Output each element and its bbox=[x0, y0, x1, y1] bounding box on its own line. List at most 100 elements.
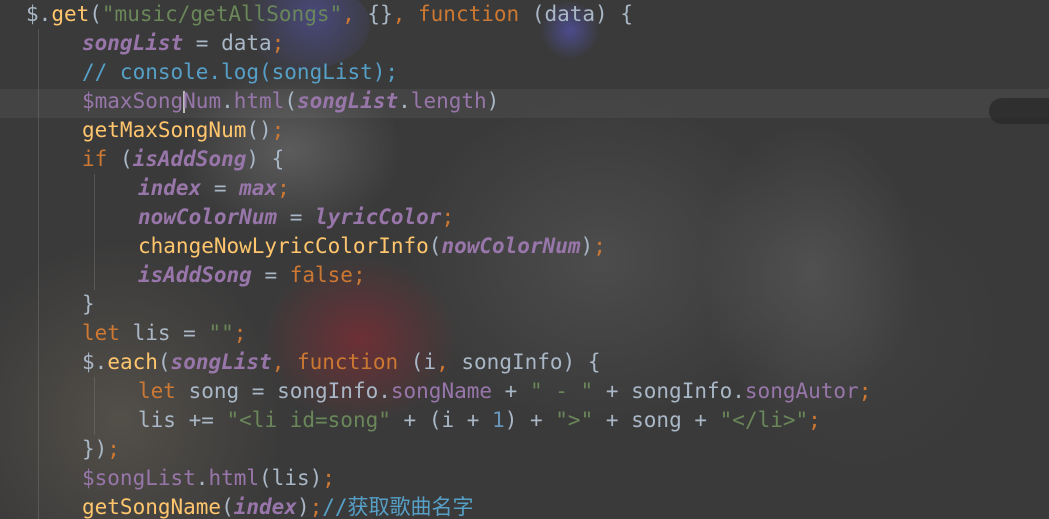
code-editor[interactable]: $.get("music/getAllSongs", {}, function … bbox=[0, 0, 1049, 519]
code-line[interactable]: $maxSongNum.html(songList.length) bbox=[0, 87, 871, 116]
indent-guide bbox=[38, 348, 39, 377]
code-token: html bbox=[208, 466, 260, 490]
code-token: nowColorNum bbox=[138, 205, 278, 229]
code-token: $ bbox=[82, 350, 95, 374]
code-token: //获取歌曲名字 bbox=[322, 495, 474, 519]
code-token: ; bbox=[352, 263, 366, 287]
code-token: . bbox=[398, 89, 411, 113]
code-token: ) bbox=[580, 234, 594, 258]
code-token: $maxSong bbox=[82, 89, 184, 113]
code-line[interactable]: changeNowLyricColorInfo(nowColorNum); bbox=[0, 232, 871, 261]
indent-guide bbox=[38, 145, 39, 174]
indent-guide bbox=[94, 174, 95, 203]
code-token: isAddSong bbox=[138, 263, 252, 287]
code-line[interactable]: $.get("music/getAllSongs", {}, function … bbox=[0, 0, 871, 29]
code-token: + songInfo. bbox=[593, 379, 745, 403]
code-line[interactable]: getSongName(index);//获取歌曲名字 bbox=[0, 493, 871, 519]
code-token: let bbox=[82, 321, 133, 345]
code-token: index bbox=[233, 495, 297, 519]
code-token: , bbox=[342, 2, 368, 26]
code-token: html bbox=[233, 89, 285, 113]
code-token: 1 bbox=[492, 408, 505, 432]
code-token: lis += bbox=[138, 408, 227, 432]
code-token: ) + bbox=[504, 408, 556, 432]
indent-guide bbox=[38, 319, 39, 348]
code-token: ) { bbox=[246, 147, 285, 171]
code-token: songList bbox=[82, 31, 184, 55]
code-token: + bbox=[492, 379, 530, 403]
indent-guide bbox=[94, 203, 95, 232]
indent-guide bbox=[94, 406, 95, 435]
code-token: "" bbox=[208, 321, 234, 345]
code-token: max bbox=[239, 176, 278, 200]
code-token: }) bbox=[82, 437, 108, 461]
code-token: + song + bbox=[593, 408, 720, 432]
code-token: each bbox=[107, 350, 158, 374]
code-line[interactable]: nowColorNum = lyricColor; bbox=[0, 203, 871, 232]
code-area[interactable]: $.get("music/getAllSongs", {}, function … bbox=[0, 0, 871, 519]
code-token: isAddSong bbox=[132, 147, 247, 171]
indent-guide bbox=[38, 87, 39, 116]
code-token: songList bbox=[296, 89, 399, 113]
code-token: ; bbox=[808, 408, 821, 432]
indent-guide bbox=[38, 261, 39, 290]
indent-guide bbox=[38, 58, 39, 87]
code-line[interactable]: getMaxSongNum(); bbox=[0, 116, 871, 145]
code-token: let bbox=[138, 379, 189, 403]
code-line[interactable]: songList = data; bbox=[0, 29, 871, 58]
code-token: ( bbox=[221, 495, 234, 519]
code-token: ( bbox=[284, 89, 297, 113]
code-token: = bbox=[201, 176, 240, 200]
code-token: songInfo) { bbox=[461, 350, 601, 374]
code-token: Num bbox=[183, 89, 222, 113]
code-token: if bbox=[82, 147, 120, 171]
code-token: (data) { bbox=[531, 2, 633, 26]
code-token: ; bbox=[593, 234, 606, 258]
code-token: ; bbox=[271, 31, 285, 55]
code-token: "</li>" bbox=[719, 408, 809, 432]
code-line[interactable]: isAddSong = false; bbox=[0, 261, 871, 290]
code-line[interactable]: $songList.html(lis); bbox=[0, 464, 871, 493]
code-line[interactable]: let song = songInfo.songName + " - " + s… bbox=[0, 377, 871, 406]
code-token: $ bbox=[26, 2, 39, 26]
code-line[interactable]: } bbox=[0, 290, 871, 319]
code-token: . bbox=[38, 2, 52, 26]
code-token: (i bbox=[410, 350, 437, 374]
code-token: changeNowLyricColorInfo bbox=[138, 234, 429, 258]
code-token: "<li id=song" bbox=[226, 408, 391, 432]
background-illustration-knob bbox=[989, 98, 1049, 124]
code-token: ">" bbox=[555, 408, 594, 432]
code-token: $songList bbox=[82, 466, 196, 490]
code-line[interactable]: // console.log(songList); bbox=[0, 58, 871, 87]
code-line[interactable]: lis += "<li id=song" + (i + 1) + ">" + s… bbox=[0, 406, 871, 435]
code-token: function bbox=[297, 350, 411, 374]
code-token: songAutor bbox=[744, 379, 859, 403]
code-line[interactable]: if (isAddSong) { bbox=[0, 145, 871, 174]
code-token: = data bbox=[183, 31, 272, 55]
indent-guide bbox=[38, 377, 39, 406]
code-token: song = songInfo. bbox=[188, 379, 391, 403]
code-token: . bbox=[195, 466, 209, 490]
code-token: = bbox=[277, 205, 316, 229]
code-token: ; bbox=[233, 321, 247, 345]
code-token: ; bbox=[271, 118, 285, 142]
code-line[interactable]: $.each(songList, function (i, songInfo) … bbox=[0, 348, 871, 377]
indent-guide bbox=[38, 232, 39, 261]
code-line[interactable]: }); bbox=[0, 435, 871, 464]
code-token: = bbox=[251, 263, 290, 287]
code-token: getMaxSongNum bbox=[82, 118, 247, 142]
code-token: (lis) bbox=[259, 466, 323, 490]
code-token: get bbox=[51, 2, 90, 26]
code-token: ; bbox=[107, 437, 120, 461]
indent-guide bbox=[38, 203, 39, 232]
code-token: , bbox=[271, 350, 297, 374]
code-token: nowColorNum bbox=[441, 234, 581, 258]
indent-guide bbox=[38, 29, 39, 58]
code-token: } bbox=[82, 292, 95, 316]
indent-guide bbox=[94, 232, 95, 261]
code-token: function bbox=[418, 2, 532, 26]
code-token: + (i + bbox=[390, 408, 493, 432]
code-line[interactable]: let lis = ""; bbox=[0, 319, 871, 348]
code-token: length bbox=[410, 89, 487, 113]
code-line[interactable]: index = max; bbox=[0, 174, 871, 203]
